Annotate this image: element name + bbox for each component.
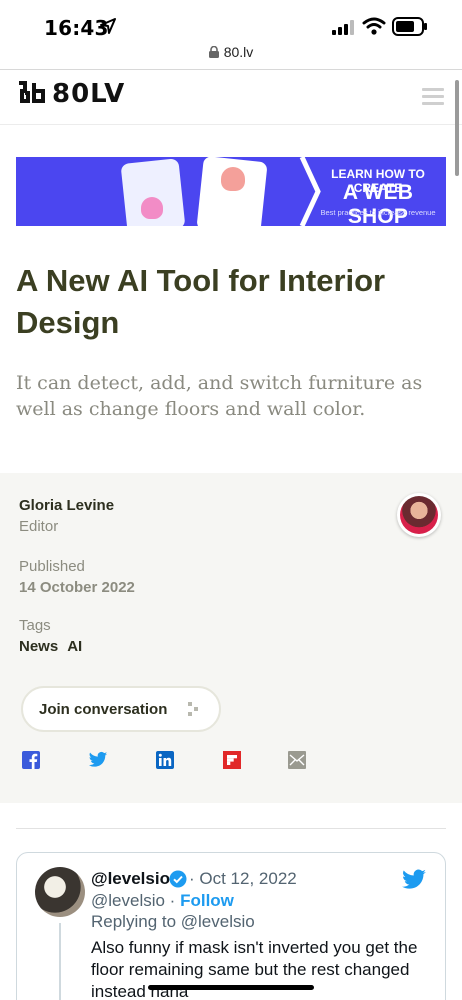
follow-link[interactable]: Follow — [180, 891, 234, 910]
site-header: 80LV — [0, 70, 462, 125]
location-arrow-icon — [100, 18, 116, 34]
tweet-author-name[interactable]: @levelsio — [91, 869, 170, 889]
status-time: 16:43 — [44, 16, 109, 40]
site-logo[interactable]: 80LV — [16, 78, 125, 110]
tweet-thread-line — [59, 923, 61, 1000]
verified-badge-icon — [169, 870, 187, 888]
email-icon[interactable] — [288, 751, 306, 769]
url-text: 80.lv — [223, 44, 254, 60]
lock-icon — [208, 46, 219, 58]
url-bar[interactable]: 80.lv — [0, 44, 462, 70]
flipboard-icon[interactable] — [223, 751, 241, 769]
ad-banner[interactable]: LEARN HOW TO CREATE A WEB SHOP Best prac… — [16, 157, 446, 226]
article-title: A New AI Tool for Interior Design — [16, 263, 386, 340]
tweet-handle-row: @levelsio · Follow — [91, 891, 234, 911]
tweet-date[interactable]: · Oct 12, 2022 — [189, 869, 297, 889]
home-indicator[interactable] — [148, 985, 314, 990]
comment-dots-icon — [188, 702, 198, 716]
tweet-reply-context[interactable]: Replying to @levelsio — [91, 912, 255, 932]
article-subtitle: It can detect, add, and switch furniture… — [16, 372, 423, 420]
cellular-signal-icon — [332, 20, 354, 35]
article-meta-panel: Gloria Levine Editor Published 14 Octobe… — [0, 473, 462, 803]
logo-mark-icon — [19, 81, 45, 103]
tag-news[interactable]: News — [19, 638, 58, 655]
banner-flower-image — [221, 167, 245, 191]
tweet-text: Also funny if mask isn't inverted you ge… — [91, 938, 418, 1000]
content-divider — [16, 828, 446, 829]
tag-ai[interactable]: AI — [67, 638, 82, 655]
scroll-indicator — [455, 80, 459, 176]
embedded-tweet[interactable]: @levelsio · Oct 12, 2022 @levelsio · Fol… — [16, 852, 446, 1000]
twitter-bird-icon[interactable] — [401, 869, 427, 891]
tweet-handle[interactable]: @levelsio · — [91, 891, 175, 910]
banner-line3: Best practices to increase revenue — [320, 208, 436, 217]
menu-icon[interactable] — [422, 88, 444, 106]
published-date: 14 October 2022 — [19, 579, 135, 596]
tweet-avatar[interactable] — [35, 867, 85, 917]
author-avatar[interactable] — [397, 493, 441, 537]
banner-flower-image — [141, 197, 163, 219]
wifi-icon — [362, 17, 386, 35]
linkedin-icon[interactable] — [156, 751, 174, 769]
author-role: Editor — [19, 518, 59, 535]
facebook-icon[interactable] — [22, 751, 40, 769]
tags-list: News AI — [19, 638, 82, 655]
join-conversation-label: Join conversation — [39, 700, 168, 718]
twitter-icon[interactable] — [88, 751, 108, 769]
battery-icon — [392, 17, 427, 36]
author-name[interactable]: Gloria Levine — [19, 497, 114, 514]
published-label: Published — [19, 558, 85, 575]
banner-line2: A WEB SHOP — [342, 181, 414, 226]
logo-wordmark: 80LV — [52, 79, 126, 109]
status-bar: 16:43 — [0, 0, 462, 44]
tags-label: Tags — [19, 617, 51, 634]
join-conversation-button[interactable]: Join conversation — [21, 686, 221, 732]
